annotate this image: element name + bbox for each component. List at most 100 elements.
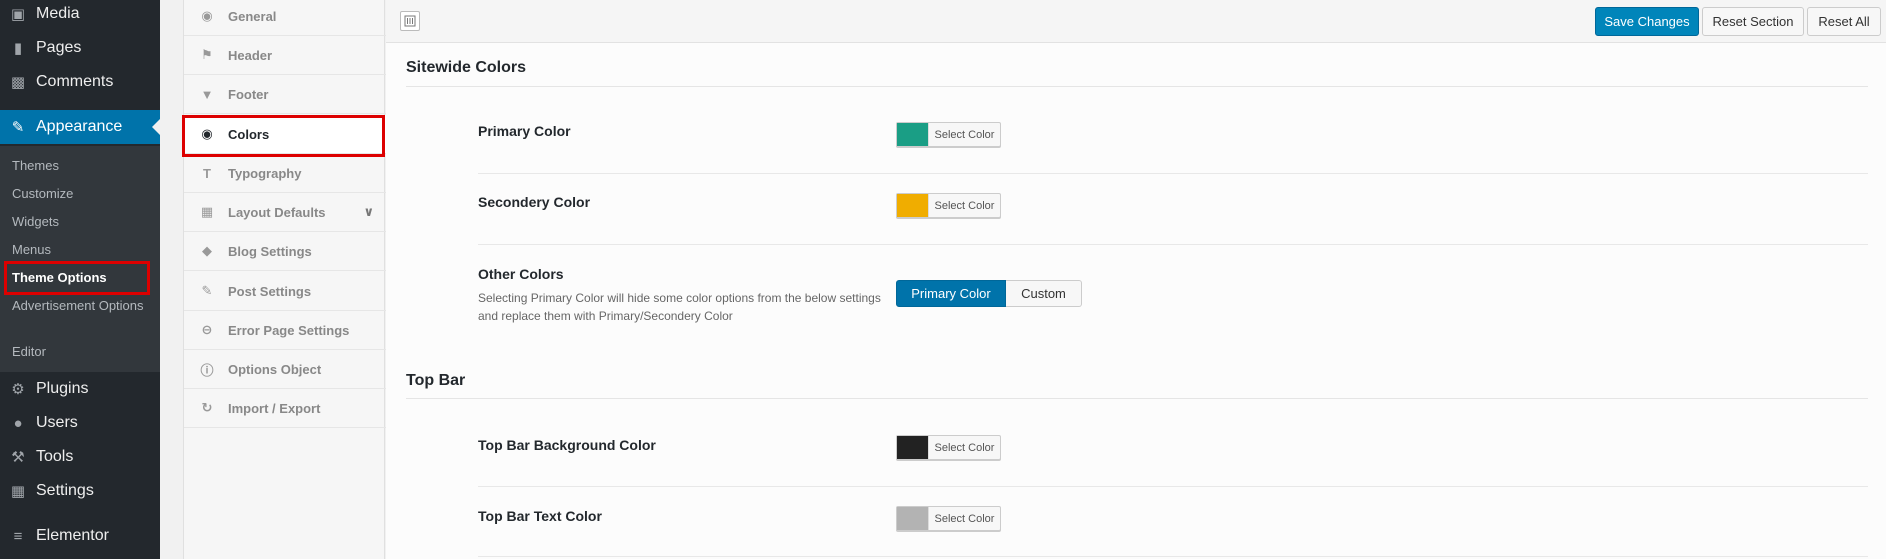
options-nav: ◉ General ⚑ Header ▼ Footer ◉ Colors T T…	[183, 0, 386, 559]
nav-label: Options Object	[228, 361, 322, 377]
nav-import-export[interactable]: ↻ Import / Export	[184, 389, 386, 428]
save-changes-button[interactable]: Save Changes	[1595, 7, 1699, 36]
section-divider	[406, 86, 1868, 87]
row-divider	[478, 173, 1868, 174]
users-icon: ●	[13, 414, 23, 432]
row-divider	[478, 486, 1868, 487]
settings-icon: ▦	[10, 483, 26, 500]
color-swatch[interactable]	[897, 194, 928, 217]
nav-general[interactable]: ◉ General	[184, 0, 386, 36]
primary-color-picker[interactable]: Select Color	[896, 122, 1001, 147]
select-color-button[interactable]: Select Color	[928, 507, 1000, 530]
select-color-button[interactable]: Select Color	[928, 194, 1000, 217]
nav-label: General	[228, 8, 277, 24]
expand-icon	[404, 15, 416, 27]
nav-typography[interactable]: T Typography	[184, 154, 386, 193]
globe-icon: ◉	[201, 8, 213, 23]
nav-label: Typography	[228, 165, 302, 181]
select-color-button[interactable]: Select Color	[928, 436, 1000, 459]
reset-section-button[interactable]: Reset Section	[1702, 7, 1804, 36]
primary-color-option[interactable]: Primary Color	[896, 280, 1006, 307]
select-color-button[interactable]: Select Color	[928, 123, 1000, 146]
topbar-text-color-picker[interactable]: Select Color	[896, 506, 1001, 531]
nav-label: Header	[228, 47, 273, 63]
primary-color-label: Primary Color	[478, 123, 571, 139]
chevron-down-icon[interactable]: ∨	[363, 204, 374, 220]
reset-all-button[interactable]: Reset All	[1807, 7, 1881, 36]
plugins-icon: ⚙	[11, 381, 25, 398]
appearance-submenu: Themes Customize Widgets Menus Theme Opt…	[0, 146, 160, 372]
nav-post-settings[interactable]: ✎ Post Settings	[184, 272, 386, 311]
color-swatch[interactable]	[897, 123, 928, 146]
nav-options-object[interactable]: ⓘ Options Object	[184, 350, 386, 389]
media-icon: ▣	[10, 6, 26, 23]
menu-item-label: Pages	[36, 39, 82, 56]
menu-item-comments[interactable]: ▩ Comments	[0, 65, 160, 99]
secondary-color-label: Secondery Color	[478, 194, 591, 210]
pages-icon: ▮	[13, 40, 23, 57]
info-icon: ⓘ	[200, 362, 214, 378]
topbar-bg-color-picker[interactable]: Select Color	[896, 435, 1001, 460]
nav-layout-defaults[interactable]: ▦ Layout Defaults ∨	[184, 193, 386, 232]
expand-options-button[interactable]	[400, 11, 420, 31]
menu-item-settings[interactable]: ▦ Settings	[0, 474, 160, 508]
edit-icon: ✎	[201, 283, 213, 298]
row-divider	[478, 244, 1868, 245]
menu-item-label: Plugins	[36, 380, 89, 397]
menu-item-label: Users	[36, 414, 78, 431]
text-icon: T	[203, 165, 211, 181]
nav-label: Footer	[228, 86, 269, 102]
comments-icon: ▩	[10, 74, 26, 91]
nav-label: Import / Export	[228, 400, 321, 416]
menu-item-elementor[interactable]: ≡ Elementor	[0, 519, 160, 553]
submenu-widgets[interactable]: Widgets	[12, 213, 152, 231]
menu-item-appearance[interactable]: ✎ Appearance	[0, 110, 160, 144]
nav-label: Layout Defaults	[228, 204, 326, 220]
menu-item-plugins[interactable]: ⚙ Plugins	[0, 372, 160, 406]
submenu-menus[interactable]: Menus	[12, 241, 152, 259]
options-toolbar: Save Changes Reset Section Reset All	[386, 0, 1886, 43]
refresh-icon: ↻	[201, 400, 213, 415]
elementor-icon: ≡	[13, 527, 23, 545]
nav-label: Post Settings	[228, 283, 312, 299]
flag-icon: ⚑	[201, 47, 213, 62]
triangle-down-icon: ▼	[200, 86, 214, 102]
menu-item-label: Appearance	[36, 118, 123, 135]
menu-item-label: Elementor	[36, 527, 109, 544]
submenu-themes[interactable]: Themes	[12, 157, 152, 175]
color-swatch[interactable]	[897, 436, 928, 459]
tools-icon: ⚒	[11, 449, 25, 466]
menu-item-tools[interactable]: ⚒ Tools	[0, 440, 160, 474]
section-title: Sitewide Colors	[406, 59, 527, 76]
grid-icon: ▦	[200, 204, 214, 219]
nav-footer[interactable]: ▼ Footer	[184, 75, 386, 114]
other-colors-description: Selecting Primary Color will hide some c…	[478, 291, 881, 323]
submenu-advertisement-options[interactable]: Advertisement Options	[12, 297, 152, 315]
section-divider	[406, 398, 1868, 399]
color-swatch[interactable]	[897, 507, 928, 530]
menu-item-label: Settings	[36, 482, 94, 499]
minus-circle-icon: ⊖	[201, 322, 213, 337]
topbar-text-color-label: Top Bar Text Color	[478, 508, 602, 524]
options-main: Save Changes Reset Section Reset All Sit…	[386, 0, 1886, 559]
other-colors-toggle: Primary Color Custom	[896, 280, 1082, 307]
highlight-box	[4, 261, 150, 295]
menu-item-label: Media	[36, 5, 80, 22]
submenu-editor[interactable]: Editor	[12, 343, 152, 361]
nav-label: Error Page Settings	[228, 322, 350, 338]
custom-option[interactable]: Custom	[1006, 280, 1082, 307]
nav-header[interactable]: ⚑ Header	[184, 36, 386, 75]
menu-item-users[interactable]: ● Users	[0, 406, 160, 440]
submenu-customize[interactable]: Customize	[12, 185, 152, 203]
nav-blog-settings[interactable]: ◆ Blog Settings	[184, 232, 386, 271]
nav-label: Blog Settings	[228, 243, 312, 259]
nav-error-page-settings[interactable]: ⊖ Error Page Settings	[184, 311, 386, 350]
topbar-bg-color-label: Top Bar Background Color	[478, 437, 656, 453]
row-divider	[478, 556, 1868, 557]
secondary-color-picker[interactable]: Select Color	[896, 193, 1001, 218]
tag-icon: ◆	[202, 243, 212, 258]
menu-item-pages[interactable]: ▮ Pages	[0, 31, 160, 65]
menu-item-media[interactable]: ▣ Media	[0, 0, 160, 31]
paintbrush-icon: ✎	[11, 119, 25, 136]
highlight-box	[182, 115, 385, 157]
